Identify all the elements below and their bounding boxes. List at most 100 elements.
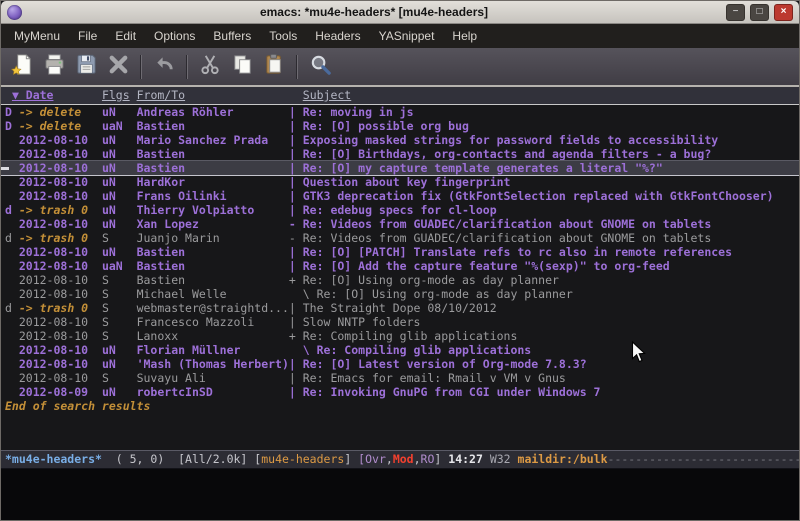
message-row[interactable]: D -> delete uN Andreas Röhler | Re: movi… bbox=[1, 105, 799, 119]
message-row[interactable]: 2012-08-10 S Bastien + Re: [O] Using org… bbox=[1, 273, 799, 287]
paste-button[interactable] bbox=[259, 53, 289, 81]
menu-tools[interactable]: Tools bbox=[260, 26, 306, 46]
message-row[interactable]: 2012-08-10 S Francesco Mazzoli | Slow NN… bbox=[1, 315, 799, 329]
message-row[interactable]: d -> trash 0 uN Thierry Volpiatto | Re: … bbox=[1, 203, 799, 217]
flags-cell: uN bbox=[102, 175, 137, 189]
minimize-button[interactable]: − bbox=[726, 4, 745, 21]
cut-button[interactable] bbox=[195, 53, 225, 81]
from-cell: Lanoxx bbox=[137, 329, 289, 343]
toolbar-separator bbox=[296, 55, 298, 79]
message-row[interactable]: 2012-08-10 uaN Bastien | Re: [O] Add the… bbox=[1, 259, 799, 273]
modeline-segment: ( 5, 0) bbox=[102, 452, 178, 466]
message-row[interactable]: 2012-08-10 uN Mario Sanchez Prada | Expo… bbox=[1, 133, 799, 147]
date-cell: 2012-08-10 bbox=[19, 357, 102, 371]
from-cell: HardKor bbox=[137, 175, 289, 189]
emacs-app-icon bbox=[7, 5, 22, 20]
message-row[interactable]: 2012-08-10 uN HardKor | Question about k… bbox=[1, 175, 799, 189]
menu-file[interactable]: File bbox=[69, 26, 106, 46]
menu-headers[interactable]: Headers bbox=[306, 26, 369, 46]
date-cell: 2012-08-10 bbox=[19, 273, 102, 287]
message-row[interactable]: 2012-08-10 uN Florian Müllner \ Re: Comp… bbox=[1, 343, 799, 357]
menu-options[interactable]: Options bbox=[145, 26, 204, 46]
print-icon bbox=[43, 53, 66, 80]
header-pad bbox=[5, 88, 12, 102]
mu4e-headers-buffer[interactable]: ▼ Date Flgs From/To Subject D -> delete … bbox=[1, 87, 799, 450]
message-row[interactable]: 2012-08-10 uN Bastien | Re: [O] my captu… bbox=[1, 161, 799, 175]
copy-button[interactable] bbox=[227, 53, 257, 81]
print-button[interactable] bbox=[39, 53, 69, 81]
close-buffer-button[interactable] bbox=[103, 53, 133, 81]
date-cell: 2012-08-10 bbox=[19, 189, 102, 203]
undo-icon bbox=[153, 53, 176, 80]
date-cell: 2012-08-10 bbox=[19, 371, 102, 385]
minibuffer[interactable] bbox=[1, 469, 799, 520]
close-button[interactable]: × bbox=[774, 4, 793, 21]
flags-cell: uN bbox=[102, 147, 137, 161]
date-cell: 2012-08-10 bbox=[19, 147, 102, 161]
message-row[interactable]: d -> trash 0 S webmaster@straightd...| T… bbox=[1, 301, 799, 315]
date-cell: 2012-08-10 bbox=[19, 175, 102, 189]
from-cell: Juanjo Marin bbox=[137, 231, 289, 245]
mark-indicator bbox=[5, 189, 19, 203]
header-pad bbox=[185, 88, 303, 102]
point-cursor bbox=[1, 167, 9, 170]
maximize-button[interactable]: □ bbox=[750, 4, 769, 21]
mode-line[interactable]: *mu4e-headers* ( 5, 0) [All/2.0k] [mu4e-… bbox=[1, 450, 799, 469]
date-cell: 2012-08-10 bbox=[19, 161, 102, 175]
message-row[interactable]: 2012-08-10 uN Bastien | Re: [O] [PATCH] … bbox=[1, 245, 799, 259]
mark-indicator: D bbox=[5, 105, 19, 119]
flags-cell: S bbox=[102, 371, 137, 385]
menu-mymenu[interactable]: MyMenu bbox=[5, 26, 69, 46]
subject-cell: | Re: [O] possible org bug bbox=[289, 119, 469, 133]
message-row[interactable]: 2012-08-10 S Suvayu Ali | Re: Emacs for … bbox=[1, 371, 799, 385]
message-row[interactable]: 2012-08-10 S Lanoxx + Re: Compiling glib… bbox=[1, 329, 799, 343]
menu-yasnippet[interactable]: YASnippet bbox=[370, 26, 444, 46]
message-row[interactable]: 2012-08-10 uN Frans Oilinki | GTK3 depre… bbox=[1, 189, 799, 203]
from-cell: Mario Sanchez Prada bbox=[137, 133, 289, 147]
subject-cell: | GTK3 deprecation fix (GtkFontSelection… bbox=[289, 189, 774, 203]
column-header-date[interactable]: ▼ Date bbox=[12, 88, 54, 102]
titlebar[interactable]: emacs: *mu4e-headers* [mu4e-headers] − □… bbox=[1, 1, 799, 24]
mark-indicator bbox=[5, 343, 19, 357]
message-row[interactable]: 2012-08-10 uN 'Mash (Thomas Herbert)| Re… bbox=[1, 357, 799, 371]
date-cell: 2012-08-10 bbox=[19, 343, 102, 357]
mark-indicator bbox=[5, 357, 19, 371]
flags-cell: S bbox=[102, 315, 137, 329]
column-header-from[interactable]: From/To bbox=[137, 88, 185, 102]
new-file-button[interactable] bbox=[7, 53, 37, 81]
message-row[interactable]: 2012-08-10 uN Xan Lopez - Re: Videos fro… bbox=[1, 217, 799, 231]
end-of-search-results: End of search results bbox=[1, 399, 799, 413]
date-cell: 2012-08-10 bbox=[19, 329, 102, 343]
menu-edit[interactable]: Edit bbox=[106, 26, 145, 46]
message-row[interactable]: 2012-08-10 S Michael Welle \ Re: [O] Usi… bbox=[1, 287, 799, 301]
message-row[interactable]: D -> delete uaN Bastien | Re: [O] possib… bbox=[1, 119, 799, 133]
new-file-icon bbox=[11, 53, 34, 80]
column-header-subject[interactable]: Subject bbox=[303, 88, 351, 102]
subject-cell: | Re: Emacs for email: Rmail v VM v Gnus bbox=[289, 371, 566, 385]
search-button[interactable] bbox=[305, 53, 335, 81]
from-cell: Bastien bbox=[137, 245, 289, 259]
modeline-segment: W32 bbox=[490, 452, 518, 466]
message-row[interactable]: 2012-08-10 uN Bastien | Re: [O] Birthday… bbox=[1, 147, 799, 161]
toolbar-separator bbox=[140, 55, 142, 79]
from-cell: robertcInSD bbox=[137, 385, 289, 399]
mark-indicator bbox=[5, 217, 19, 231]
flags-cell: uaN bbox=[102, 259, 137, 273]
date-cell: 2012-08-10 bbox=[19, 287, 102, 301]
menu-help[interactable]: Help bbox=[443, 26, 486, 46]
date-cell: 2012-08-10 bbox=[19, 259, 102, 273]
message-row[interactable]: 2012-08-09 uN robertcInSD | Re: Invoking… bbox=[1, 385, 799, 399]
menu-buffers[interactable]: Buffers bbox=[204, 26, 260, 46]
mark-indicator bbox=[5, 273, 19, 287]
from-cell: Andreas Röhler bbox=[137, 105, 289, 119]
emacs-window: emacs: *mu4e-headers* [mu4e-headers] − □… bbox=[0, 0, 800, 521]
save-button[interactable] bbox=[71, 53, 101, 81]
subject-cell: \ Re: [O] Using org-mode as day planner bbox=[289, 287, 573, 301]
message-row[interactable]: d -> trash 0 S Juanjo Marin - Re: Videos… bbox=[1, 231, 799, 245]
from-cell: Xan Lopez bbox=[137, 217, 289, 231]
modeline-segment: [All/2.0k] bbox=[178, 452, 254, 466]
undo-button[interactable] bbox=[149, 53, 179, 81]
header-pad bbox=[130, 88, 137, 102]
window-title: emacs: *mu4e-headers* [mu4e-headers] bbox=[22, 5, 726, 19]
column-header-flags[interactable]: Flgs bbox=[102, 88, 130, 102]
